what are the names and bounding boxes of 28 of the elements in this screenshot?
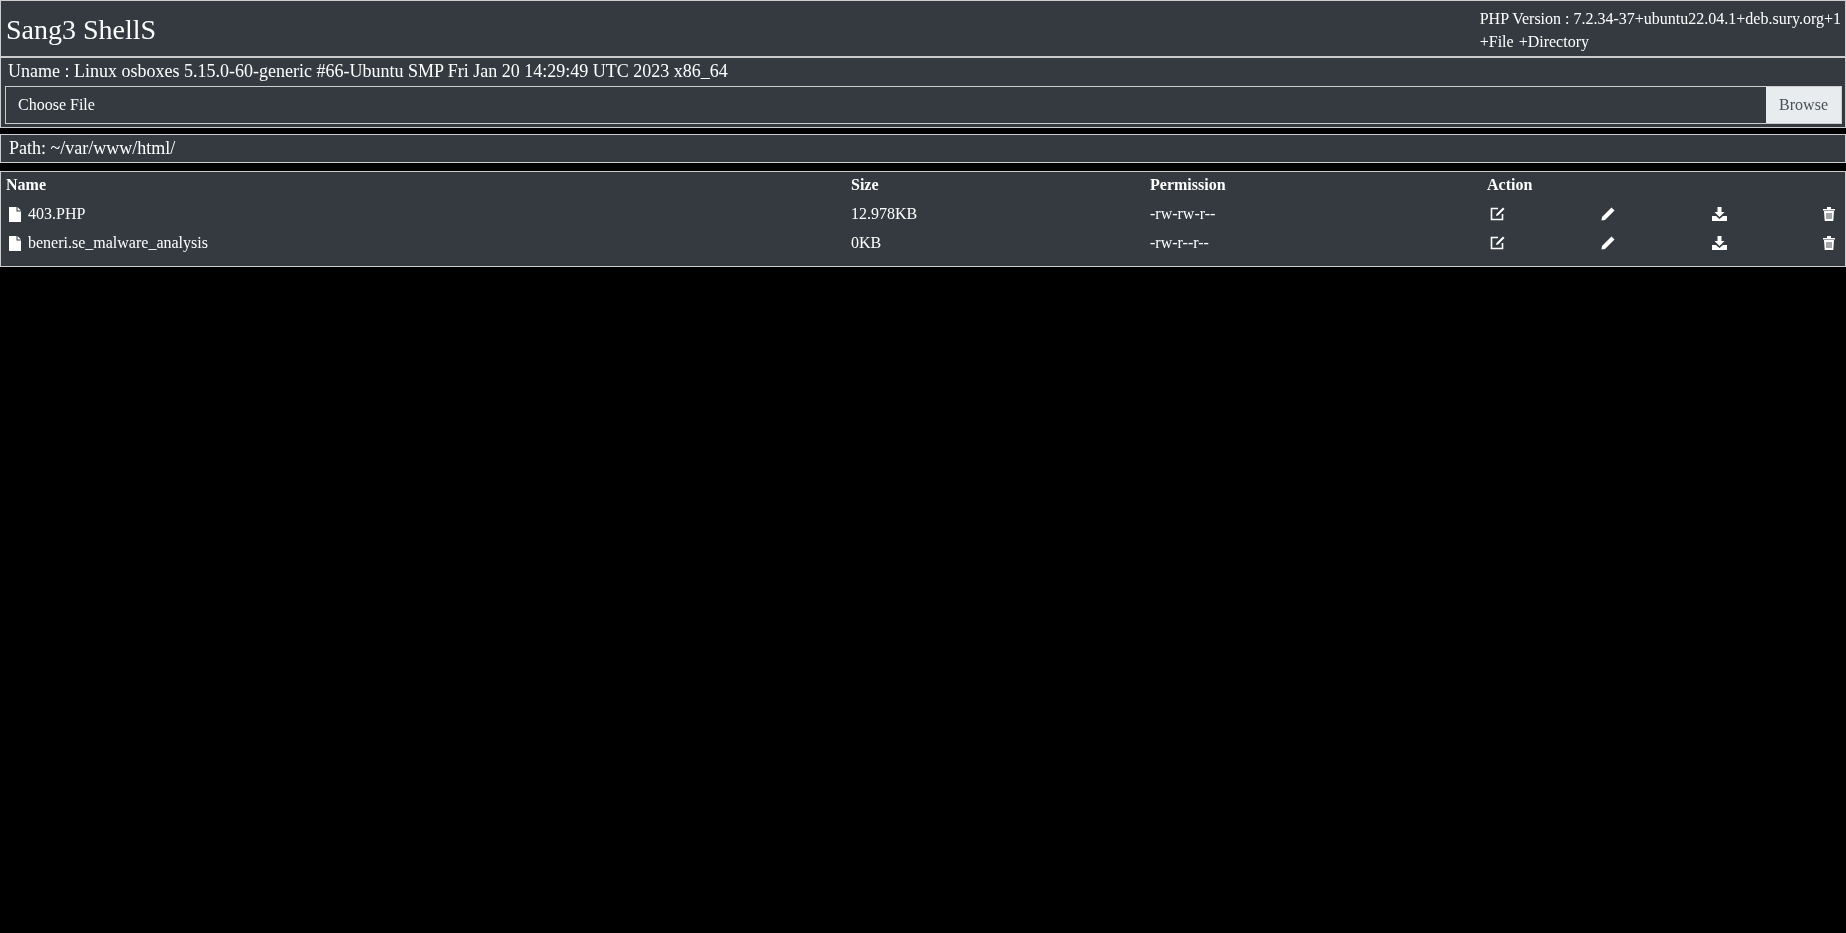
pencil-icon[interactable] bbox=[1601, 207, 1616, 221]
file-size-text: 0KB bbox=[851, 234, 883, 252]
column-header: Size bbox=[851, 176, 880, 194]
column-header: Permission bbox=[1150, 176, 1227, 194]
edit-icon[interactable] bbox=[1490, 207, 1505, 221]
browse-button[interactable]: Browse bbox=[1766, 87, 1841, 123]
trash-icon[interactable] bbox=[1823, 236, 1835, 250]
file-icon bbox=[9, 206, 21, 222]
download-icon[interactable] bbox=[1711, 207, 1727, 221]
file-input-field[interactable]: Choose File Browse bbox=[5, 86, 1842, 124]
create-link[interactable]: +Directory bbox=[1518, 30, 1589, 53]
path-bar: Path: ~/var/www/html/ bbox=[0, 134, 1846, 163]
pencil-icon[interactable] bbox=[1601, 236, 1616, 250]
permission-text: -rw-r--r-- bbox=[1150, 234, 1210, 252]
file-name-link[interactable]: beneri.se_malware_analysis bbox=[28, 234, 208, 252]
download-icon[interactable] bbox=[1711, 236, 1727, 250]
trash-icon[interactable] bbox=[1823, 207, 1835, 221]
column-header: Name bbox=[6, 176, 47, 194]
create-link[interactable]: +File bbox=[1479, 30, 1514, 53]
php-version-text: PHP Version : 7.2.34-37+ubuntu22.04.1+deb.sury.org+1 bbox=[1479, 9, 1841, 30]
permission-text: -rw-rw-r-- bbox=[1150, 205, 1217, 223]
file-name-link[interactable]: 403.PHP bbox=[28, 205, 86, 223]
file-icon bbox=[9, 235, 21, 251]
site-title: Sang3 ShellS bbox=[6, 14, 157, 46]
uname-text: Uname : Linux osboxes 5.15.0-60-generic #66-Ubuntu SMP Fri Jan 20 14:29:49 UTC 2023 x86_64 bbox=[7, 60, 729, 83]
column-header: Action bbox=[1487, 176, 1534, 194]
edit-icon[interactable] bbox=[1490, 236, 1505, 250]
file-size-text: 12.978KB bbox=[851, 205, 919, 223]
